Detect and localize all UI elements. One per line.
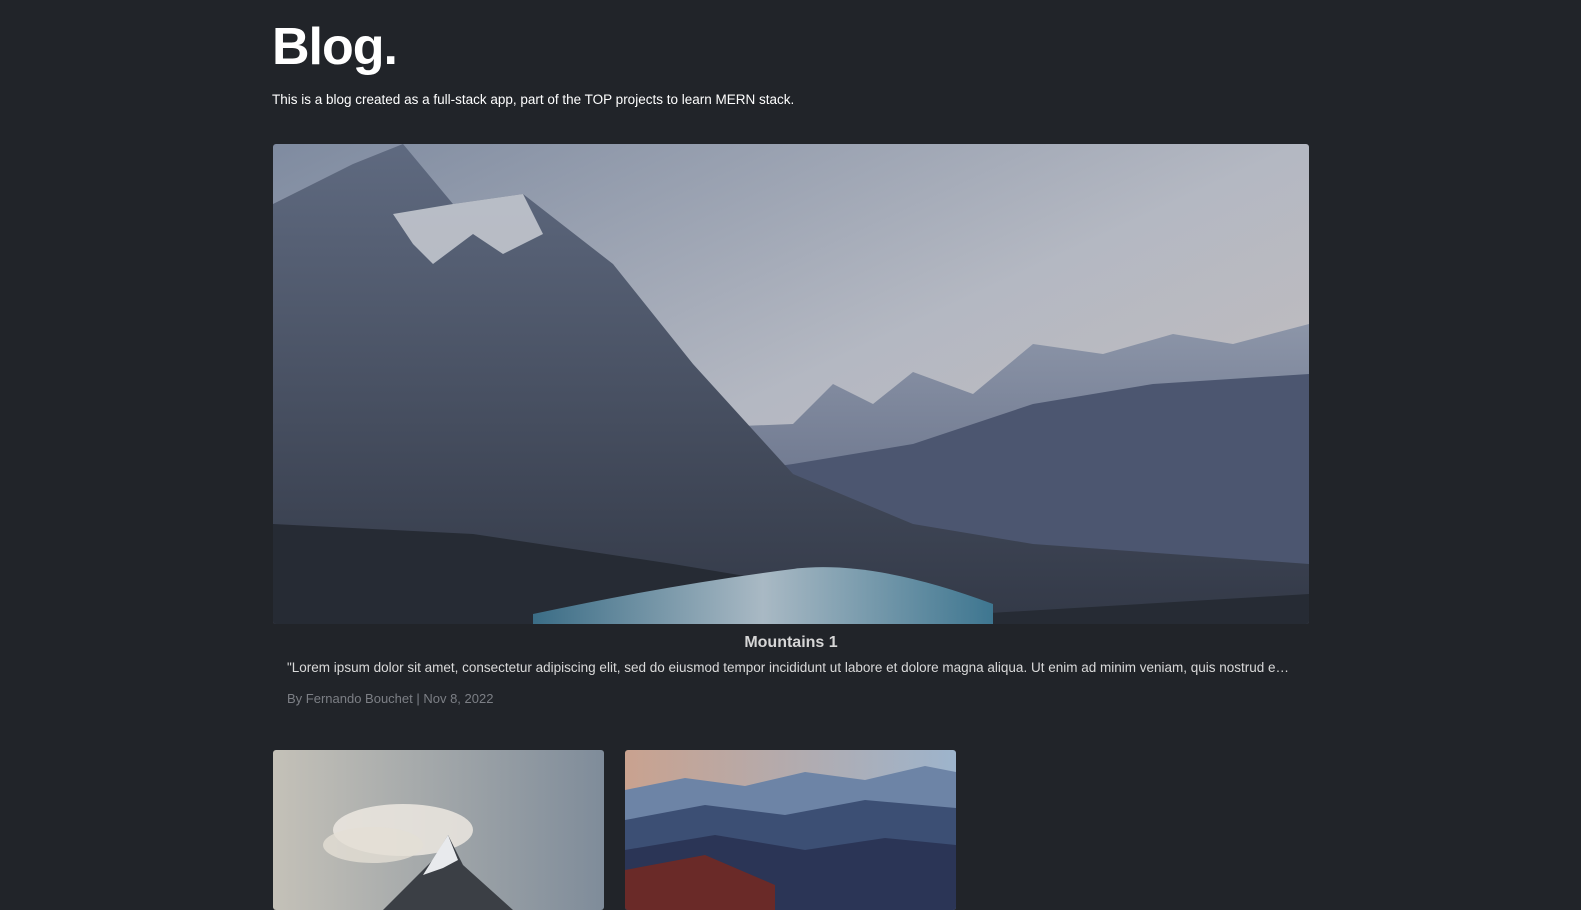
featured-post-image[interactable] (273, 144, 1309, 624)
featured-post-title[interactable]: Mountains 1 (273, 634, 1309, 652)
post-card-image[interactable] (273, 750, 604, 910)
featured-post-excerpt: "Lorem ipsum dolor sit amet, consectetur… (287, 660, 1295, 675)
featured-post-meta: By Fernando Bouchet | Nov 8, 2022 (287, 691, 494, 706)
featured-post-card[interactable]: Mountains 1 "Lorem ipsum dolor sit amet,… (273, 144, 1309, 706)
post-card[interactable] (273, 750, 604, 910)
page-subtitle: This is a blog created as a full-stack a… (272, 92, 795, 107)
page-title: Blog. (272, 18, 398, 76)
post-card-image[interactable] (625, 750, 956, 910)
post-card[interactable] (625, 750, 956, 910)
